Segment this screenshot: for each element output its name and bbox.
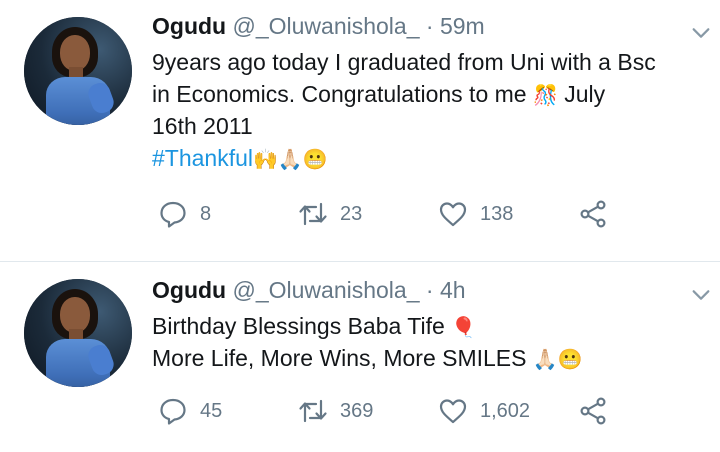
emoji-group: 🙏🏻😬 bbox=[532, 348, 583, 371]
user-handle[interactable]: @_Oluwanishola_ bbox=[232, 277, 419, 303]
chevron-down-icon[interactable] bbox=[690, 284, 712, 306]
avatar[interactable] bbox=[24, 279, 132, 387]
display-name[interactable]: Ogudu bbox=[152, 13, 226, 39]
retweet-button[interactable]: 369 bbox=[298, 396, 438, 426]
tweet-actions: 8 23 138 bbox=[158, 199, 608, 229]
tweet-line-text: More Life, More Wins, More SMILES bbox=[152, 345, 527, 371]
reply-button[interactable]: 8 bbox=[158, 199, 298, 229]
display-name[interactable]: Ogudu bbox=[152, 277, 226, 303]
tweet-header: Ogudu @_Oluwanishola_ · 4h bbox=[152, 276, 700, 304]
tweet-line: Birthday Blessings Baba Tife 🎈 bbox=[152, 310, 700, 342]
avatar[interactable] bbox=[24, 17, 132, 125]
tweet[interactable]: Ogudu @_Oluwanishola_ · 59m 9years ago t… bbox=[0, 0, 720, 261]
retweet-button[interactable]: 23 bbox=[298, 199, 438, 229]
heart-icon bbox=[439, 202, 467, 227]
confetti-emoji: 🎊 bbox=[532, 84, 558, 107]
reply-icon bbox=[160, 201, 186, 228]
share-icon bbox=[580, 397, 606, 425]
like-count: 138 bbox=[480, 202, 514, 225]
like-button[interactable]: 1,602 bbox=[438, 396, 578, 426]
retweet-count: 23 bbox=[340, 202, 363, 225]
tweet-line: 9years ago today I graduated from Uni wi… bbox=[152, 49, 656, 75]
tweet-actions: 45 369 1,602 bbox=[158, 396, 608, 426]
retweet-icon bbox=[299, 202, 327, 226]
timestamp[interactable]: 59m bbox=[440, 13, 485, 39]
tweet-line: #Thankful🙌🙏🏻😬 bbox=[152, 142, 700, 174]
tweet-line: in Economics. Congratulations to me 🎊 Ju… bbox=[152, 78, 700, 110]
retweet-count: 369 bbox=[340, 399, 374, 422]
reply-icon bbox=[160, 398, 186, 425]
chevron-down-icon[interactable] bbox=[690, 22, 712, 44]
hashtag-link[interactable]: #Thankful bbox=[152, 145, 253, 171]
tweet-line-text: in Economics. Congratulations to me bbox=[152, 81, 527, 107]
separator-dot: · bbox=[425, 277, 434, 303]
like-count: 1,602 bbox=[480, 399, 531, 422]
share-button[interactable] bbox=[578, 199, 608, 229]
share-button[interactable] bbox=[578, 396, 608, 426]
like-button[interactable]: 138 bbox=[438, 199, 578, 229]
tweet-line-text: July bbox=[557, 81, 606, 107]
heart-icon bbox=[439, 399, 467, 424]
reply-button[interactable]: 45 bbox=[158, 396, 298, 426]
retweet-icon bbox=[299, 399, 327, 423]
separator-dot: · bbox=[425, 13, 434, 39]
reply-count: 45 bbox=[200, 399, 223, 422]
tweet-line: More Life, More Wins, More SMILES 🙏🏻😬 bbox=[152, 342, 700, 374]
tweet-line-text: Birthday Blessings Baba Tife bbox=[152, 313, 445, 339]
tweet-text: 9years ago today I graduated from Uni wi… bbox=[152, 46, 700, 174]
tweet-text: Birthday Blessings Baba Tife 🎈 More Life… bbox=[152, 310, 700, 374]
tweet-line: 16th 2011 bbox=[152, 113, 253, 139]
balloon-emoji: 🎈 bbox=[451, 316, 477, 339]
emoji-group: 🙌🙏🏻😬 bbox=[253, 148, 328, 171]
reply-count: 8 bbox=[200, 202, 212, 225]
tweet[interactable]: Ogudu @_Oluwanishola_ · 4h Birthday Bles… bbox=[0, 262, 720, 452]
share-icon bbox=[580, 200, 606, 228]
timestamp[interactable]: 4h bbox=[440, 277, 466, 303]
tweet-header: Ogudu @_Oluwanishola_ · 59m bbox=[152, 12, 700, 40]
user-handle[interactable]: @_Oluwanishola_ bbox=[232, 13, 419, 39]
